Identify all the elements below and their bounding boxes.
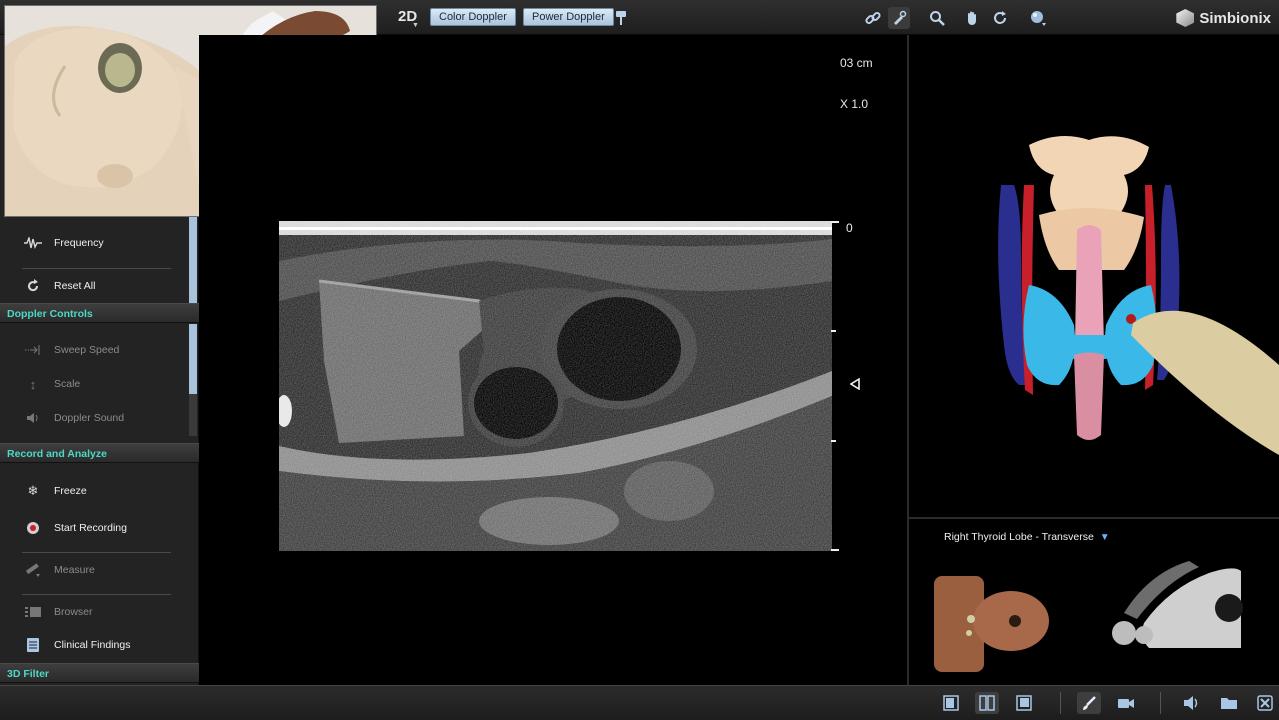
ultrasound-image[interactable] (279, 221, 832, 551)
simbionix-logo: Simbionix (1176, 7, 1271, 29)
dual-view-layout-icon[interactable] (975, 692, 999, 714)
scroll-thumb[interactable] (189, 213, 197, 303)
view-label: Right Thyroid Lobe - Transverse (944, 531, 1094, 543)
camera-view-icon[interactable] (1114, 692, 1138, 714)
speaker-icon (24, 409, 42, 427)
sweep-speed-label: Sweep Speed (54, 344, 120, 356)
scale-icon: ↕ (29, 376, 37, 392)
reset-icon (24, 277, 42, 295)
doppler-sound-label: Doppler Sound (54, 412, 125, 424)
browser-label: Browser (54, 606, 93, 618)
doppler-scroll-thumb[interactable] (189, 324, 197, 394)
brand-name: Simbionix (1199, 9, 1271, 27)
doppler-controls-header[interactable]: Doppler Controls (0, 303, 199, 323)
chevron-down-icon: ▼ (412, 22, 419, 29)
doppler-scrollbar[interactable] (189, 324, 197, 436)
view-sphere-icon[interactable] (1027, 7, 1049, 29)
folder-icon[interactable] (1217, 692, 1241, 714)
divider (1160, 692, 1161, 714)
scale-label: Scale (54, 378, 81, 390)
probe-orientation-diagram (1112, 561, 1243, 648)
divider (22, 268, 171, 269)
zoom-readout: X 1.0 (840, 97, 869, 111)
browser-icon (24, 603, 42, 621)
freeze-button[interactable]: ❄ Freeze (24, 480, 189, 502)
clinical-findings-label: Clinical Findings (54, 639, 131, 651)
focus-marker-icon[interactable] (849, 377, 860, 393)
doppler-sound-button[interactable]: Doppler Sound (24, 407, 189, 429)
reset-all-button[interactable]: Reset All (24, 275, 189, 297)
pin-icon[interactable] (610, 7, 632, 29)
head-orientation-model (934, 576, 1049, 672)
frequency-label: Frequency (54, 237, 104, 249)
simulator-window: 2D ▼ Color Doppler Power Doppler Simbion… (0, 0, 1279, 720)
ultrasound-view[interactable]: 03 cm X 1.0 0 (199, 35, 907, 685)
sweep-icon (24, 341, 42, 359)
scrollbar[interactable] (189, 213, 197, 303)
frequency-button[interactable]: Frequency (24, 232, 189, 254)
scale-button[interactable]: ↕ Scale (24, 373, 189, 395)
neck-anatomy-model (998, 136, 1279, 455)
rotate-icon[interactable] (989, 7, 1011, 29)
3d-filter-header[interactable]: 3D Filter (0, 663, 199, 683)
measure-button[interactable]: Measure (24, 559, 189, 581)
start-recording-button[interactable]: Start Recording (24, 517, 189, 539)
sweep-speed-button[interactable]: Sweep Speed (24, 339, 189, 361)
start-recording-label: Start Recording (54, 522, 127, 534)
anatomy-3d-view[interactable] (909, 35, 1279, 517)
triangle-down-icon: ▼ (1099, 531, 1110, 543)
color-doppler-button[interactable]: Color Doppler (430, 8, 516, 26)
record-icon (24, 519, 42, 537)
freeze-label: Freeze (54, 485, 87, 497)
clipboard-icon (24, 636, 42, 654)
brush-tool-icon[interactable] (1077, 692, 1101, 714)
close-icon[interactable] (1253, 692, 1277, 714)
sound-settings-icon[interactable] (1180, 692, 1204, 714)
divider (22, 552, 171, 553)
pan-hand-icon[interactable] (961, 7, 983, 29)
measure-label: Measure (54, 564, 95, 576)
reset-all-label: Reset All (54, 280, 96, 292)
clinical-findings-button[interactable]: Clinical Findings (24, 634, 189, 656)
cube-logo-icon (1176, 9, 1195, 27)
view-dropdown[interactable]: Right Thyroid Lobe - Transverse ▼ (944, 531, 1110, 543)
window-layout-icon[interactable] (1012, 692, 1036, 714)
depth-readout: 03 cm (840, 56, 873, 70)
browser-button[interactable]: Browser (24, 601, 189, 623)
ruler-icon (24, 561, 42, 579)
single-view-layout-icon[interactable] (939, 692, 963, 714)
probe-link-icon[interactable] (888, 7, 910, 29)
divider (22, 594, 171, 595)
zoom-icon[interactable] (926, 7, 948, 29)
record-analyze-header[interactable]: Record and Analyze (0, 443, 199, 463)
divider (1060, 692, 1061, 714)
power-doppler-button[interactable]: Power Doppler (523, 8, 614, 26)
orientation-panel: Right Thyroid Lobe - Transverse ▼ (909, 519, 1279, 685)
snowflake-icon: ❄ (27, 483, 39, 498)
bottom-toolbar (0, 685, 1279, 720)
link-icon[interactable] (862, 7, 884, 29)
waveform-icon (24, 234, 42, 252)
depth-scale (831, 221, 839, 551)
mode-2d-dropdown[interactable]: 2D ▼ (398, 8, 419, 29)
depth-zero-label: 0 (846, 221, 853, 235)
